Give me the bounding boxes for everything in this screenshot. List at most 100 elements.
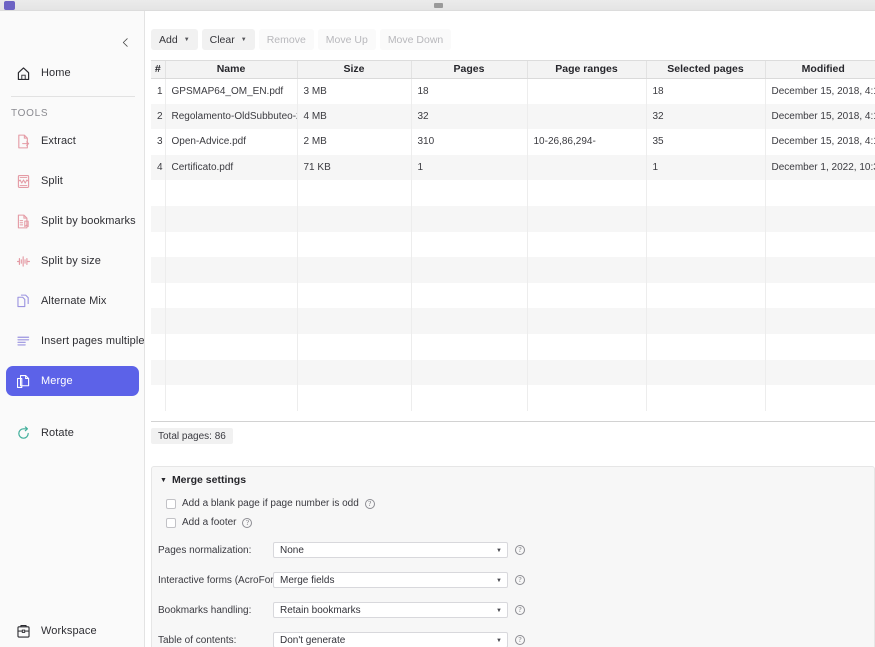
clear-button-label: Clear [209,33,235,46]
table-row[interactable]: 1 GPSMAP64_OM_EN.pdf 3 MB 18 18 December… [151,78,875,104]
cell-modified: December 15, 2018, 4:13:39 ... [765,78,875,104]
interactive-forms-label: Interactive forms (AcroForms): [158,574,294,586]
sidebar-collapse-button[interactable] [116,33,134,51]
remove-button-label: Remove [266,33,306,46]
sidebar-item-label: Extract [41,135,76,147]
split-icon [17,174,30,188]
cell-selected-pages: 1 [646,154,766,181]
table-row-empty [151,359,875,386]
sidebar: Home TOOLS Extract Split Split by bookma… [0,11,174,647]
merge-settings-panel: ▼ Merge settings Add a blank page if pag… [151,466,875,647]
column-header-name[interactable]: Name [165,61,298,79]
table-of-contents-label: Table of contents: [158,634,237,646]
column-header-pages[interactable]: Pages [411,61,528,79]
add-blank-page-checkbox[interactable] [166,498,176,509]
info-icon[interactable]: ? [515,545,525,555]
info-icon[interactable]: ? [242,517,253,528]
merge-settings-header[interactable]: ▼ Merge settings [160,474,246,486]
sidebar-item-home[interactable]: Home [6,58,139,88]
merge-icon [17,374,30,388]
interactive-forms-select[interactable]: Merge fields ▼ [273,572,508,588]
home-icon [17,66,30,80]
column-header-index[interactable]: # [151,61,166,79]
sidebar-divider [11,96,135,97]
sidebar-item-alternate-mix[interactable]: Alternate Mix [6,286,139,316]
cell-modified: December 1, 2022, 10:35:46 ... [765,154,875,181]
cell-modified: December 15, 2018, 4:13:38 ... [765,129,875,155]
cell-page-ranges[interactable] [527,78,647,104]
triangle-down-icon: ▼ [160,476,167,484]
pages-normalization-label: Pages normalization: [158,544,252,556]
sidebar-item-extract[interactable]: Extract [6,126,139,156]
table-row[interactable]: 2 Regolamento-OldSubbuteo-2... 4 MB 32 3… [151,103,875,130]
cell-index: 1 [151,78,166,104]
table-row-empty [151,282,875,309]
sidebar-item-label: Split by size [41,255,101,267]
sidebar-item-rotate[interactable]: Rotate [6,418,139,448]
add-button[interactable]: Add ▼ [151,29,198,50]
cell-name: GPSMAP64_OM_EN.pdf [165,78,298,104]
clear-button[interactable]: Clear ▼ [201,29,255,50]
alternate-mix-icon [17,294,29,307]
chevron-down-icon: ▼ [183,36,190,43]
blank-page-option-row: Add a blank page if page number is odd ? [166,498,375,509]
cell-name: Regolamento-OldSubbuteo-2... [165,103,298,130]
cell-pages: 18 [411,78,528,104]
cell-name: Open-Advice.pdf [165,129,298,155]
add-footer-checkbox[interactable] [166,517,176,528]
cell-size: 3 MB [297,78,412,104]
move-down-button: Move Down [379,29,452,50]
cell-page-ranges[interactable] [527,103,647,130]
sidebar-item-label: Workspace [41,625,97,637]
chevron-down-icon: ▼ [496,638,502,644]
add-footer-label: Add a footer [182,517,237,528]
file-list-table[interactable]: # Name Size Pages Page ranges Selected p… [151,60,875,422]
table-row-empty [151,385,875,411]
sidebar-item-split-by-bookmarks[interactable]: Split by bookmarks [6,206,139,236]
sidebar-item-label: Alternate Mix [41,295,107,307]
column-header-page-ranges[interactable]: Page ranges [527,61,647,79]
sidebar-item-workspace[interactable]: Workspace [6,616,139,646]
pages-normalization-select[interactable]: None ▼ [273,542,508,558]
sidebar-item-label: Split by bookmarks [41,215,136,227]
column-header-size[interactable]: Size [297,61,412,79]
table-of-contents-value: Don't generate [280,634,346,646]
split-by-bookmarks-icon [17,214,29,228]
info-icon[interactable]: ? [515,605,525,615]
bookmarks-handling-select[interactable]: Retain bookmarks ▼ [273,602,508,618]
chevron-down-icon: ▼ [240,36,247,43]
bookmarks-handling-label: Bookmarks handling: [158,604,252,616]
table-of-contents-select[interactable]: Don't generate ▼ [273,632,508,647]
table-row[interactable]: 4 Certificato.pdf 71 KB 1 1 December 1, … [151,154,875,181]
info-icon[interactable]: ? [515,575,525,585]
cell-index: 3 [151,129,166,155]
cell-name: Certificato.pdf [165,154,298,181]
sidebar-item-insert-pages-multiple-times[interactable]: Insert pages multiple times [6,326,174,356]
chevron-down-icon: ▼ [496,548,502,554]
info-icon[interactable]: ? [364,498,375,509]
sidebar-item-label: Merge [41,375,73,387]
info-icon[interactable]: ? [515,635,525,645]
cell-selected-pages: 35 [646,129,766,155]
cell-size: 4 MB [297,103,412,130]
application-window: Home TOOLS Extract Split Split by bookma… [0,0,875,647]
column-header-modified[interactable]: Modified [765,61,875,79]
cell-size: 2 MB [297,129,412,155]
sidebar-item-split[interactable]: Split [6,166,139,196]
extract-icon [18,134,30,148]
cell-index: 2 [151,103,166,130]
split-by-size-icon [16,255,31,267]
table-row-empty [151,308,875,334]
window-title-placeholder [434,3,443,8]
table-row-empty [151,257,875,283]
column-header-selected-pages[interactable]: Selected pages [646,61,766,79]
bookmarks-handling-value: Retain bookmarks [280,604,361,616]
move-up-button-label: Move Up [325,33,368,46]
bookmarks-handling-row: Bookmarks handling: Retain bookmarks ▼ ? [158,602,525,618]
workspace-icon [17,624,30,638]
table-row[interactable]: 3 Open-Advice.pdf 2 MB 310 10-26,86,294-… [151,129,875,155]
cell-page-ranges[interactable] [527,154,647,181]
sidebar-item-merge[interactable]: Merge [6,366,139,396]
sidebar-item-split-by-size[interactable]: Split by size [6,246,139,276]
cell-page-ranges[interactable]: 10-26,86,294- [527,129,647,155]
